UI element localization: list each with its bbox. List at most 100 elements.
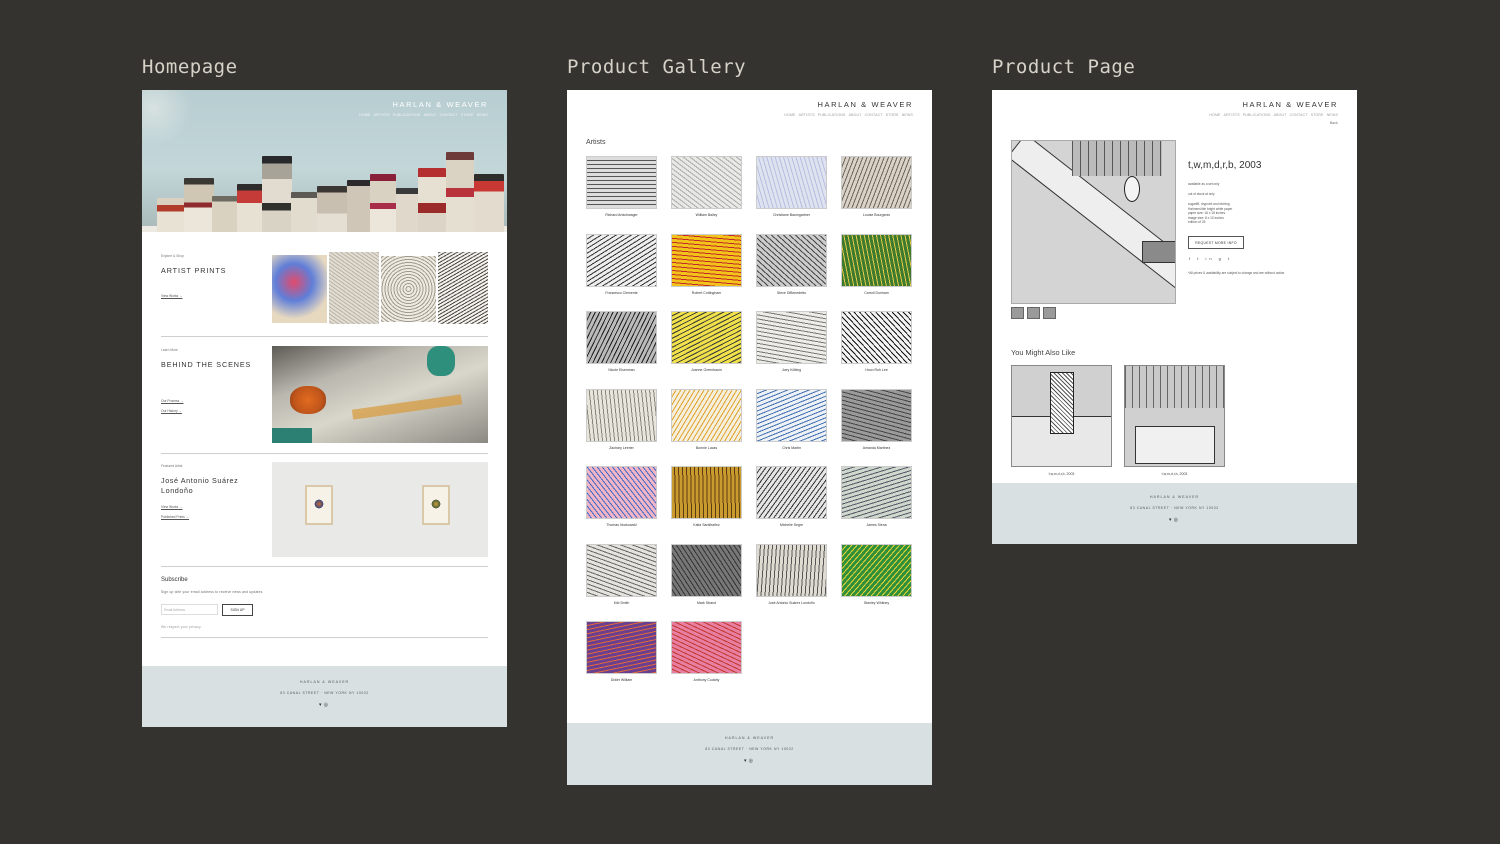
nav-contact[interactable]: CONTACT [865, 113, 883, 117]
artist-thumbnail[interactable] [841, 466, 912, 519]
artist-card[interactable]: Joanne Greenbaum [671, 311, 742, 389]
artist-card[interactable]: Thomas Nozkowski [586, 466, 657, 544]
artist-thumbnail[interactable] [586, 388, 657, 442]
nav-publications[interactable]: PUBLICATIONS [1243, 113, 1271, 117]
artist-prints-image[interactable] [272, 252, 488, 326]
artist-card[interactable]: Chris Martin [756, 388, 827, 467]
artist-card[interactable]: James Siena [841, 466, 912, 544]
thumbnail[interactable] [1043, 307, 1056, 319]
product-main-image[interactable] [1011, 140, 1176, 304]
artist-name[interactable]: James Siena [841, 523, 912, 527]
artist-name[interactable]: Zachary Leener [586, 446, 657, 450]
back-link[interactable]: Back [1138, 121, 1338, 125]
nav-publications[interactable]: PUBLICATIONS [393, 113, 421, 117]
artist-thumbnail[interactable] [586, 311, 657, 364]
artist-card[interactable]: Amanda Martinez [841, 388, 912, 467]
artist-name[interactable]: Joanne Greenbaum [671, 368, 742, 372]
artist-name[interactable]: Carroll Dunham [841, 291, 912, 295]
artist-card[interactable]: Kiki Smith [586, 543, 657, 622]
artist-name[interactable]: Michelle Segre [756, 523, 827, 527]
artist-name[interactable]: Thomas Nozkowski [586, 523, 657, 527]
related-product-image[interactable] [1124, 365, 1225, 467]
artist-name[interactable]: Stanley Whitney [841, 601, 912, 605]
artist-thumbnail[interactable] [671, 621, 742, 674]
artist-thumbnail[interactable] [586, 621, 657, 674]
artist-thumbnail[interactable] [756, 233, 827, 287]
artist-card[interactable]: Anthony Cudahy [671, 621, 742, 699]
nav-about[interactable]: ABOUT [849, 113, 862, 117]
view-works-link[interactable]: View Works → [161, 505, 183, 509]
artist-name[interactable]: Francesco Clemente [586, 291, 657, 295]
artist-card[interactable]: Zachary Leener [586, 388, 657, 467]
artist-thumbnail[interactable] [671, 311, 742, 364]
artist-name[interactable]: Nicole Eisenman [586, 368, 657, 372]
nav-about[interactable]: ABOUT [424, 113, 437, 117]
artist-card[interactable]: Richard Artschwager [586, 156, 657, 234]
artist-thumbnail[interactable] [841, 388, 912, 442]
instagram-icon[interactable]: ◎ [324, 702, 330, 708]
nav-contact[interactable]: CONTACT [1290, 113, 1308, 117]
artist-thumbnail[interactable] [756, 543, 827, 597]
nav-store[interactable]: STORE [1311, 113, 1324, 117]
artist-name[interactable]: Christiane Baumgartner [756, 213, 827, 217]
nav-contact[interactable]: CONTACT [440, 113, 458, 117]
artist-card[interactable]: Stanley Whitney [841, 543, 912, 622]
nav-home[interactable]: HOME [1209, 113, 1220, 117]
nav-artists[interactable]: ARTISTS [374, 113, 390, 117]
artist-thumbnail[interactable] [671, 388, 742, 442]
artist-name[interactable]: Bonnie Lucas [671, 446, 742, 450]
artist-name[interactable]: Anthony Cudahy [671, 678, 742, 682]
thumbnail[interactable] [1011, 307, 1024, 319]
artist-name[interactable]: Hoon Ruh Lee [841, 368, 912, 372]
artist-thumbnail[interactable] [671, 466, 742, 519]
artist-card[interactable]: Joey Kötting [756, 311, 827, 389]
nav-about[interactable]: ABOUT [1274, 113, 1287, 117]
artist-name[interactable]: Joey Kötting [756, 368, 827, 372]
artist-name[interactable]: José Antonio Suárez Londoño [756, 601, 827, 605]
artist-name[interactable]: Robert Cottingham [671, 291, 742, 295]
artist-name[interactable]: Mark Strand [671, 601, 742, 605]
published-prints-link[interactable]: Published Prints → [161, 515, 189, 519]
nav-artists[interactable]: ARTISTS [1224, 113, 1240, 117]
our-history-link[interactable]: Our History → [161, 409, 182, 413]
artist-card[interactable]: Carroll Dunham [841, 233, 912, 312]
artist-thumbnail[interactable] [671, 233, 742, 287]
email-input[interactable]: Email Address [161, 604, 218, 615]
nav-home[interactable]: HOME [359, 113, 370, 117]
related-product-image[interactable] [1011, 365, 1112, 467]
artist-card[interactable]: José Antonio Suárez Londoño [756, 543, 827, 622]
artist-thumbnail[interactable] [671, 156, 742, 209]
artist-card[interactable]: Michelle Segre [756, 466, 827, 544]
artist-name[interactable]: Richard Artschwager [586, 213, 657, 217]
artist-name[interactable]: Chris Martin [756, 446, 827, 450]
artist-card[interactable]: Christiane Baumgartner [756, 156, 827, 234]
artist-thumbnail[interactable] [841, 156, 912, 209]
artist-card[interactable]: Nicole Eisenman [586, 311, 657, 389]
artist-thumbnail[interactable] [756, 156, 827, 209]
artist-thumbnail[interactable] [841, 543, 912, 597]
gallery-brand-logo[interactable]: HARLAN & WEAVER [713, 100, 913, 109]
home-brand-logo[interactable]: HARLAN & WEAVER [288, 100, 488, 109]
artist-card[interactable]: Robert Cottingham [671, 233, 742, 312]
our-process-link[interactable]: Our Process → [161, 399, 184, 403]
request-info-button[interactable]: REQUEST MORE INFO [1188, 236, 1244, 249]
artist-name[interactable]: Katia Santibañez [671, 523, 742, 527]
artist-thumbnail[interactable] [586, 543, 657, 597]
artist-card[interactable]: Louise Bourgeois [841, 156, 912, 234]
artist-thumbnail[interactable] [756, 466, 827, 519]
artist-thumbnail[interactable] [671, 543, 742, 597]
view-works-link[interactable]: View Works → [161, 294, 183, 298]
artist-name[interactable]: Louise Bourgeois [841, 213, 912, 217]
featured-artist-image[interactable] [272, 462, 488, 557]
instagram-icon[interactable]: ◎ [749, 758, 755, 764]
product-brand-logo[interactable]: HARLAN & WEAVER [1138, 100, 1338, 109]
artist-card[interactable]: Francesco Clemente [586, 233, 657, 312]
nav-news[interactable]: NEWS [477, 113, 488, 117]
sign-up-button[interactable]: SIGN UP [222, 604, 253, 616]
nav-publications[interactable]: PUBLICATIONS [818, 113, 846, 117]
artist-card[interactable]: Katia Santibañez [671, 466, 742, 544]
artist-card[interactable]: Didier William [586, 621, 657, 699]
artist-card[interactable]: William Bailey [671, 156, 742, 234]
artist-thumbnail[interactable] [586, 466, 657, 519]
artist-card[interactable]: Bonnie Lucas [671, 388, 742, 467]
